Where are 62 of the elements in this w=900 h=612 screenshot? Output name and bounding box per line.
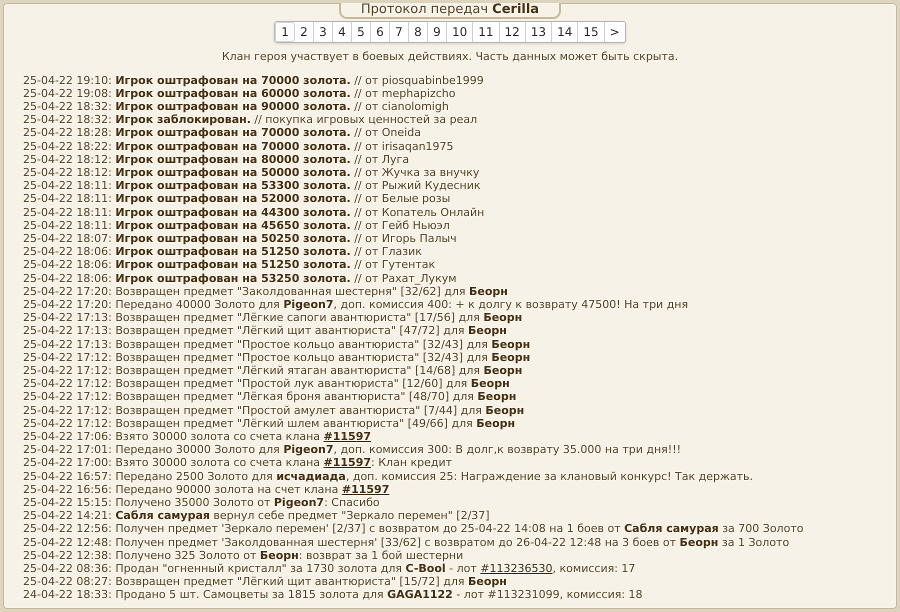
page-button[interactable]: 15 [578,22,605,42]
log-entry: 25-04-22 18:11: Игрок оштрафован на 52000 золота. // от Белые розы [23,192,452,206]
log-entry: 25-04-22 16:57: Передано 2500 Золото для исчадиада, доп. комиссия 25: Награждение за клановый конкурс! Так держать. [23,470,754,483]
title-banner: Протокол передач Cerilla [338,3,562,19]
log-entry: 25-04-22 18:32: Игрок заблокирован. // покупка игровых ценностей за реал [23,113,478,126]
log-entry: 25-04-22 18:12: Игрок оштрафован на 50000 золота. // от Жучка за внучку [23,166,480,180]
log-entry: 25-04-22 17:13: Возвращен предмет "Простое кольцо авантюриста" [32/43] для Беорн [23,338,532,351]
log-entry: 25-04-22 17:12: Возвращен предмет "Лёгкий шлем авантюриста" [49/66] для Беорн [23,416,516,430]
log-entry: 25-04-22 12:38: Получено 325 Золото от Беорн: возврат за 1 бой шестерни [23,548,464,562]
log-entry: 24-04-22 18:33: Продано 5 шт. Самоцветы за 1815 золота для GAGA1122 - лот #113231099, комиссия: 18 [23,588,644,602]
log-entry: 25-04-22 17:13: Возвращен предмет "Лёгкий щит авантюриста" [47/72] для Беорн [23,324,508,338]
log-entry: 25-04-22 08:36: Продан "огненный кристалл" за 1730 золота для C-Bool - лот #113236530, комиссия: 17 [23,562,636,576]
log-entry: 25-04-22 18:12: Игрок оштрафован на 80000 золота. // от Луга [23,152,410,166]
log-entry: 25-04-22 15:15: Получено 35000 Золото от Pigeon7: Спасибо [23,496,381,510]
log-entry: 25-04-22 17:01: Передано 30000 Золото для Pigeon7, доп. комиссия 300: В долг,к возврату 35.000 на три дня!!! [23,443,682,456]
page-button[interactable]: 12 [500,22,526,42]
log-entry: 25-04-22 18:11: Игрок оштрафован на 44300 золота. // от Копатель Онлайн [23,206,486,219]
log-entry: 25-04-22 14:21: Сабля самурая вернул себе предмет "Зеркало перемен" [2/37] [23,509,491,522]
log-entry: 25-04-22 17:12: Возвращен предмет "Простой лук авантюриста" [12/60] для Беорн [23,377,511,390]
page-button[interactable]: 2 [294,22,314,42]
log-entry: 25-04-22 18:07: Игрок оштрафован на 50250 золота. // от Игорь Палыч [23,232,458,246]
page-button[interactable]: 1 [275,22,295,42]
log-entry: 25-04-22 19:10: Игрок оштрафован на 70000 золота. // от piosquabinbe1999 [23,74,485,87]
log-entry: 25-04-22 16:56: Передано 90000 золота на счет клана #11597 [23,482,390,496]
log-entry: 25-04-22 18:06: Игрок оштрафован на 53250 золота. // от Рахат_Лукум [23,272,458,285]
log-entry: 25-04-22 17:12: Возвращен предмет "Лёгкий ятаган авантюриста" [14/68] для Беорн [23,364,524,378]
log-entry: 25-04-22 17:00: Взято 30000 золота со счета клана #11597: Клан кредит [23,456,454,470]
log-entry: 25-04-22 08:27: Возвращен предмет "Лёгкий щит авантюриста" [15/72] для Беорн [23,575,508,588]
page-button[interactable]: 6 [370,22,390,42]
log-entry: 25-04-22 18:06: Игрок оштрафован на 51250 золота. // от Гутентак [23,258,436,272]
page-button[interactable]: 14 [552,22,578,42]
log-entry: 25-04-22 18:32: Игрок оштрафован на 90000 золота. // от cianolomigh [23,100,450,114]
clan-link[interactable]: #11597 [324,430,372,443]
page-button[interactable]: 9 [428,22,447,42]
clan-link[interactable]: #113236530 [480,562,553,576]
log-entry: 25-04-22 12:48: Получен предмет 'Заколдованная шестерня' [33/62] с возвратом до 26-04-22 12:48 на 3 боев от Беорн за 1 Золото [23,536,790,549]
page-button[interactable]: > [604,22,625,42]
page-button[interactable]: 8 [408,22,428,42]
log-entry: 25-04-22 18:06: Игрок оштрафован на 51250 золота. // от Глазик [23,245,423,258]
log-entry: 25-04-22 17:13: Возвращен предмет "Лёгкие сапоги авантюриста" [17/56] для Беорн [23,311,524,324]
page-button[interactable]: 13 [526,22,552,42]
log-entry: 25-04-22 17:12: Возвращен предмет "Простой амулет авантюриста" [7/44] для Беорн [23,404,526,417]
log-entry: 25-04-22 18:11: Игрок оштрафован на 53300 золота. // от Рыжий Кудесник [23,179,482,192]
log-entry: 25-04-22 18:22: Игрок оштрафован на 70000 золота. // от irisaqan1975 [23,140,455,153]
log-entry: 25-04-22 17:12: Возвращен предмет "Простое кольцо авантюриста" [32/43] для Беорн [23,350,532,364]
page-button[interactable]: 3 [314,22,333,42]
page-button[interactable]: 7 [390,22,409,42]
log-entry: 25-04-22 18:28: Игрок оштрафован на 70000 золота. // от Oneida [23,126,422,140]
notice-text: Клан героя участвует в боевых действиях. Часть данных может быть скрыта. [220,49,680,65]
log-entry: 25-04-22 17:12: Возвращен предмет "Лёгкая броня авантюриста" [48/70] для Беорн [23,390,518,404]
log-entry: 25-04-22 17:20: Возвращен предмет "Заколдованная шестерня" [32/62] для Беорн [23,284,509,298]
log-entry: 25-04-22 17:06: Взято 30000 золота со счета клана #11597 [23,430,372,444]
page-button[interactable]: 5 [352,22,371,42]
page-button[interactable]: 10 [446,22,474,42]
clan-link[interactable]: #11597 [324,456,372,470]
log-entry: 25-04-22 18:11: Игрок оштрафован на 45650 золота. // от Гейб Ньюэл [23,218,451,232]
log-entry: 25-04-22 12:56: Получен предмет 'Зеркало перемен' [2/37] с возвратом до 25-04-22 14:08 на 1 боев от Сабля самурая за 700 Золото [23,522,804,536]
page-button[interactable]: 11 [473,22,500,42]
log-entry: 25-04-22 19:08: Игрок оштрафован на 60000 золота. // от mephapizcho [23,86,456,100]
log-entry: 25-04-22 17:20: Передано 40000 Золото для Pigeon7, доп. комиссия 400: + к долгу к возврату 47500! На три дня [23,298,690,312]
clan-link[interactable]: #11597 [342,482,390,496]
page-button[interactable]: 4 [332,22,352,42]
